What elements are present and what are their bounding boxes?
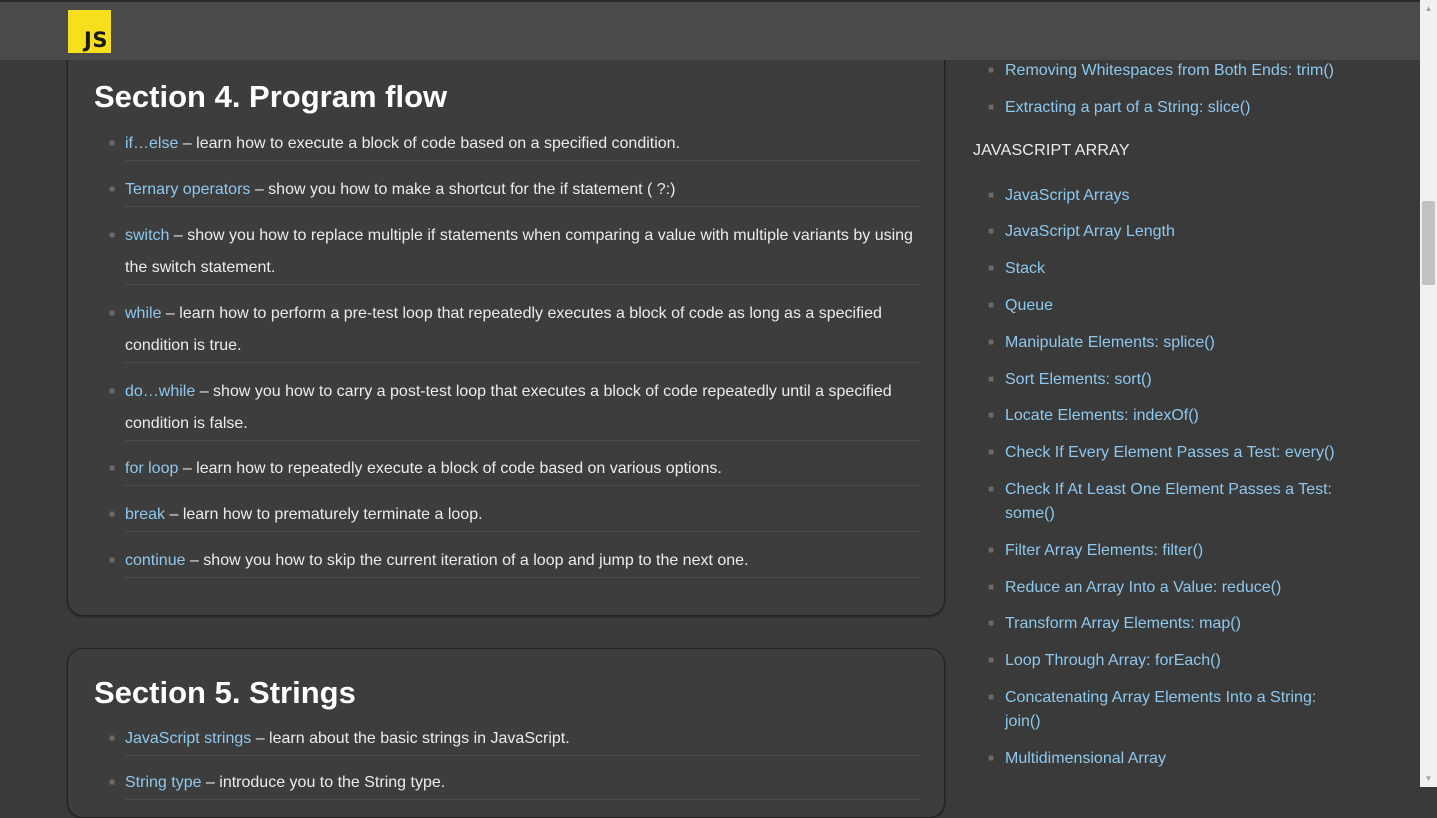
topic-link[interactable]: while — [125, 305, 161, 322]
section-5-card: Section 5. Strings ■ JavaScript strings … — [67, 648, 945, 818]
bullet-icon: ■ — [988, 618, 995, 629]
section-4-title: Section 4. Program flow — [94, 79, 448, 114]
bullet-icon: ■ — [109, 138, 116, 149]
top-navbar: JS — [0, 0, 1420, 60]
js-logo[interactable]: JS — [68, 10, 111, 53]
bullet-icon: ■ — [109, 184, 116, 195]
topic-description: – show you how to replace multiple if st… — [125, 227, 913, 276]
sidebar-link[interactable]: ■ JavaScript Array Length — [988, 220, 1350, 244]
bullet-icon: ■ — [988, 190, 995, 201]
scroll-up-arrow-icon[interactable]: ▲ — [1420, 0, 1437, 17]
sidebar-link[interactable]: ■ Check If Every Element Passes a Test: e… — [988, 441, 1350, 465]
bullet-icon: ■ — [988, 226, 995, 237]
topic-description: – learn how to execute a block of code b… — [178, 135, 681, 152]
sidebar-link[interactable]: ■ Queue — [988, 294, 1350, 318]
bullet-icon: ■ — [109, 777, 116, 788]
sidebar-link[interactable]: ■ Check If At Least One Element Passes a … — [988, 478, 1350, 526]
sidebar-link[interactable]: ■ Loop Through Array: forEach() — [988, 649, 1350, 673]
topic-link[interactable]: String type — [125, 774, 201, 791]
sidebar-link[interactable]: ■ Locate Elements: indexOf() — [988, 404, 1350, 428]
list-item: ■ break – learn how to prematurely termi… — [109, 499, 920, 532]
sidebar-link[interactable]: ■ JavaScript Arrays — [988, 184, 1350, 208]
bullet-icon: ■ — [988, 300, 995, 311]
bullet-icon: ■ — [988, 753, 995, 764]
topic-description: – show you how to carry a post-test loop… — [125, 383, 892, 432]
list-item: ■ JavaScript strings – learn about the b… — [109, 723, 920, 756]
topic-link[interactable]: break — [125, 506, 165, 523]
list-item: ■ for loop – learn how to repeatedly exe… — [109, 453, 920, 486]
topic-description: – show you how to make a shortcut for th… — [250, 181, 676, 198]
page-scrollbar[interactable]: ▲ ▼ — [1420, 0, 1437, 787]
topic-description: – learn how to perform a pre-test loop t… — [125, 305, 882, 354]
bullet-icon: ■ — [109, 308, 116, 319]
list-item: ■ switch – show you how to replace multi… — [109, 220, 920, 285]
sidebar-link[interactable]: ■ Sort Elements: sort() — [988, 368, 1350, 392]
bullet-icon: ■ — [109, 555, 116, 566]
bullet-icon: ■ — [109, 733, 116, 744]
topic-link[interactable]: for loop — [125, 460, 178, 477]
topic-description: – learn how to repeatedly execute a bloc… — [178, 460, 722, 477]
bullet-icon: ■ — [988, 545, 995, 556]
bullet-icon: ■ — [109, 509, 116, 520]
topic-description: – learn about the basic strings in JavaS… — [251, 730, 570, 747]
topic-link[interactable]: do…while — [125, 383, 195, 400]
bullet-icon: ■ — [988, 447, 995, 458]
topic-link[interactable]: continue — [125, 552, 186, 569]
bullet-icon: ■ — [109, 230, 116, 241]
topic-description: – show you how to skip the current itera… — [185, 552, 749, 569]
bullet-icon: ■ — [988, 410, 995, 421]
topic-link[interactable]: switch — [125, 227, 169, 244]
sidebar-link[interactable]: ■ Removing Whitespaces from Both Ends: tr… — [988, 59, 1350, 83]
section-4-card: Section 4. Program flow ■ if…else – lear… — [67, 40, 945, 616]
bullet-icon: ■ — [988, 582, 995, 593]
bullet-icon: ■ — [988, 692, 995, 703]
sidebar-link[interactable]: ■ Multidimensional Array — [988, 747, 1350, 771]
bullet-icon: ■ — [109, 386, 116, 397]
sidebar-heading-array: JAVASCRIPT ARRAY — [973, 142, 1130, 159]
sidebar-link[interactable]: ■ Concatenating Array Elements Into a Str… — [988, 686, 1350, 734]
topic-description: – introduce you to the String type. — [201, 774, 446, 791]
list-item: ■ Ternary operators – show you how to ma… — [109, 174, 920, 207]
sidebar-link[interactable]: ■ Filter Array Elements: filter() — [988, 539, 1350, 563]
bullet-icon: ■ — [988, 337, 995, 348]
list-item: ■ continue – show you how to skip the cu… — [109, 545, 920, 578]
topic-link[interactable]: if…else — [125, 135, 178, 152]
bullet-icon: ■ — [988, 102, 995, 113]
bullet-icon: ■ — [988, 655, 995, 666]
sidebar-link[interactable]: ■ Extracting a part of a String: slice() — [988, 96, 1350, 120]
list-item: ■ String type – introduce you to the Str… — [109, 767, 920, 800]
sidebar-link[interactable]: ■ Manipulate Elements: splice() — [988, 331, 1350, 355]
bullet-icon: ■ — [988, 484, 995, 495]
scroll-down-arrow-icon[interactable]: ▼ — [1420, 770, 1437, 787]
bullet-icon: ■ — [988, 263, 995, 274]
scrollbar-thumb[interactable] — [1422, 201, 1435, 285]
list-item: ■ if…else – learn how to execute a block… — [109, 128, 920, 161]
bullet-icon: ■ — [988, 65, 995, 76]
bullet-icon: ■ — [988, 374, 995, 385]
sidebar-link[interactable]: ■ Transform Array Elements: map() — [988, 612, 1350, 636]
sidebar-link[interactable]: ■ Reduce an Array Into a Value: reduce() — [988, 576, 1350, 600]
list-item: ■ while – learn how to perform a pre-tes… — [109, 298, 920, 363]
bullet-icon: ■ — [109, 463, 116, 474]
section-5-title: Section 5. Strings — [94, 675, 356, 710]
topic-link[interactable]: Ternary operators — [125, 181, 250, 198]
topic-link[interactable]: JavaScript strings — [125, 730, 251, 747]
topic-description: – learn how to prematurely terminate a l… — [165, 506, 483, 523]
list-item: ■ do…while – show you how to carry a pos… — [109, 376, 920, 441]
sidebar-link[interactable]: ■ Stack — [988, 257, 1350, 281]
